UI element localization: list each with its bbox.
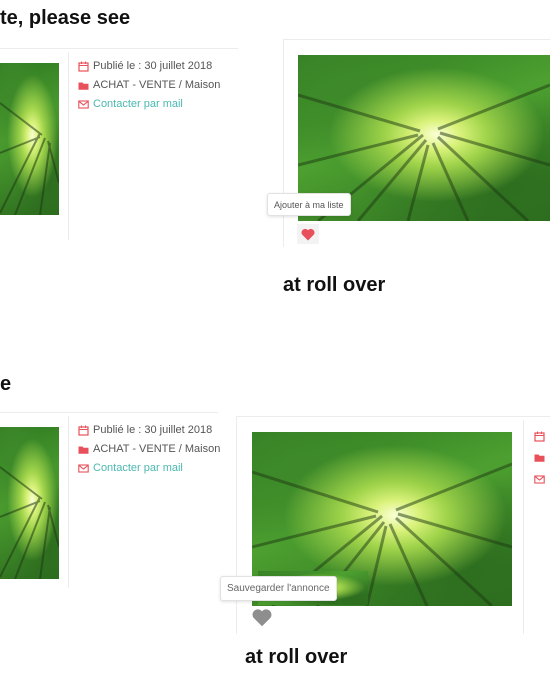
- contact-row[interactable]: Contacter par mail: [78, 462, 183, 474]
- contact-by-mail-link[interactable]: Contacter par mail: [93, 98, 183, 110]
- mail-icon: [78, 463, 89, 473]
- mail-icon: [78, 99, 89, 109]
- card4-divider-left: [236, 416, 237, 634]
- add-to-list-tooltip-text: Ajouter à ma liste: [274, 199, 344, 210]
- folder-icon: [78, 446, 89, 454]
- calendar-icon: [534, 431, 545, 442]
- rollover-caption-1: at roll over: [283, 274, 386, 296]
- card3-divider-vertical: [68, 416, 69, 588]
- card3-divider-top: [0, 412, 218, 413]
- card4-divider-right: [523, 420, 524, 634]
- folder-icon: [534, 454, 545, 462]
- contact-by-mail-link[interactable]: Contacter par mail: [93, 462, 183, 474]
- save-ad-tooltip: Sauvegarder l'annonce: [220, 576, 337, 601]
- calendar-icon: [78, 425, 89, 436]
- card-divider-vertical: [68, 52, 69, 240]
- published-date-text: Publié le : 30 juillet 2018: [93, 424, 213, 436]
- folder-icon: [78, 82, 89, 90]
- tree-trunks-graphic: [0, 102, 59, 215]
- published-date-row: Publié le : 30 juillet 2018: [78, 60, 212, 72]
- mail-icon[interactable]: [534, 474, 545, 485]
- category-text: ACHAT - VENTE / Maison: [93, 443, 221, 455]
- calendar-icon: [78, 61, 89, 72]
- card-divider-top: [0, 48, 238, 49]
- section-heading-top: te, please see: [0, 7, 131, 29]
- category-row: ACHAT - VENTE / Maison: [78, 79, 220, 91]
- card2-divider-top: [283, 39, 550, 40]
- card4-divider-top: [236, 416, 550, 417]
- heart-icon: [301, 228, 315, 240]
- rollover-caption-2: at roll over: [245, 646, 348, 668]
- favorite-button[interactable]: [250, 606, 274, 628]
- save-ad-tooltip-text: Sauvegarder l'annonce: [227, 583, 330, 594]
- listing-image-2[interactable]: [0, 427, 59, 579]
- published-date-row: Publié le : 30 juillet 2018: [78, 424, 212, 436]
- heart-icon: [252, 608, 272, 626]
- add-to-list-tooltip: Ajouter à ma liste: [267, 193, 351, 216]
- tree-trunks-graphic: [0, 466, 59, 579]
- favorite-button-active[interactable]: [297, 224, 319, 244]
- contact-row[interactable]: Contacter par mail: [78, 98, 183, 110]
- category-text: ACHAT - VENTE / Maison: [93, 79, 221, 91]
- listing-image[interactable]: [0, 63, 59, 215]
- published-date-text: Publié le : 30 juillet 2018: [93, 60, 213, 72]
- section-heading-middle: e: [0, 373, 12, 395]
- category-row: ACHAT - VENTE / Maison: [78, 443, 220, 455]
